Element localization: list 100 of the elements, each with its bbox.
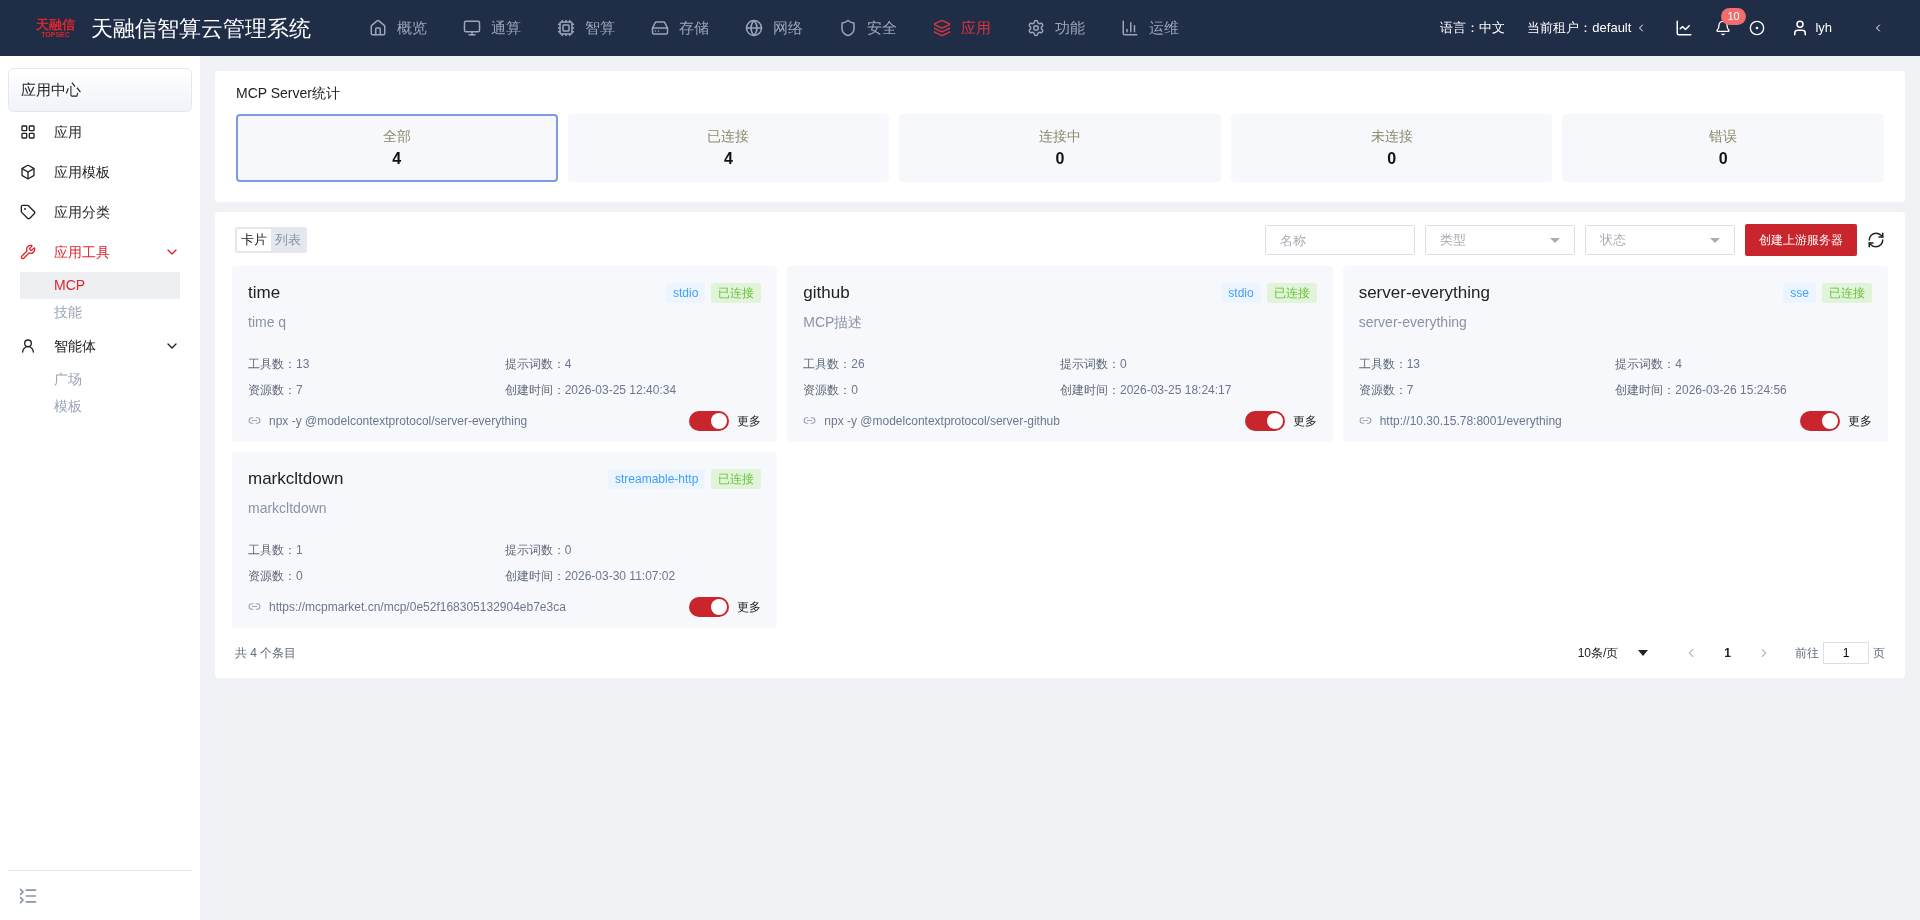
field-label: 资源数： [248, 381, 296, 399]
more-link[interactable]: 更多 [737, 597, 762, 616]
field-label: 资源数： [1358, 381, 1407, 399]
field-value: 13 [296, 355, 310, 373]
chart-icon[interactable] [1675, 19, 1694, 37]
stat-tile[interactable]: 错误 0 [1562, 114, 1884, 182]
monitor-icon [463, 19, 481, 37]
field-label: 提示词数： [1615, 355, 1676, 373]
stat-tile[interactable]: 连接中 0 [899, 114, 1221, 182]
drive-icon [651, 19, 669, 37]
collapse-menu-icon[interactable] [18, 885, 38, 906]
circle-icon[interactable] [1749, 20, 1766, 36]
more-link[interactable]: 更多 [737, 411, 762, 430]
server-card[interactable]: server-everything sse 已连接 server-everything 工具数：13 提示词数：4 资源数：7 创建时间：2026-03-26 15:24:56 http://10.30.15.78:8001/everything 更多 [1342, 266, 1888, 442]
server-description: server-everything [1358, 312, 1468, 332]
toggle-switch[interactable] [1800, 410, 1840, 431]
field-value: 0 [564, 541, 572, 559]
server-description: markcltdown [248, 498, 328, 518]
status-tag: 已连接 [711, 282, 762, 303]
view-tab[interactable]: 卡片 [237, 229, 271, 251]
field-value: 2026-03-25 18:24:17 [1120, 381, 1232, 399]
server-name: markcltdown [248, 468, 345, 490]
nav-tab[interactable]: 运维 [1103, 0, 1197, 56]
app-title: 天融信智算云管理系统 [91, 14, 311, 43]
server-command: npx -y @modelcontextprotocol/server-github [824, 412, 1061, 430]
refresh-icon[interactable] [1867, 231, 1885, 249]
stat-tile[interactable]: 全部 4 [236, 114, 558, 182]
caret-icon [1710, 237, 1720, 243]
caret-icon [1550, 237, 1560, 243]
field-value: 0 [296, 567, 303, 585]
sidebar-header: 应用中心 [8, 68, 192, 112]
person-icon [20, 338, 36, 354]
status-tag: 已连接 [1266, 282, 1317, 303]
stat-label: 连接中 [1039, 126, 1081, 146]
stat-label: 未连接 [1370, 126, 1413, 146]
stat-value: 0 [1718, 148, 1728, 169]
nav-tab[interactable]: 功能 [1009, 0, 1103, 56]
stat-tile[interactable]: 已连接 4 [567, 114, 890, 182]
field-label: 资源数： [248, 567, 296, 585]
stat-value: 0 [1387, 148, 1397, 169]
transport-tag: streamable-http [607, 468, 706, 489]
field-value: 7 [1406, 381, 1414, 399]
toggle-switch[interactable] [689, 410, 730, 431]
field-label: 提示词数： [504, 355, 565, 373]
field-value: 4 [1675, 355, 1682, 373]
field-value: 2026-03-30 11:07:02 [564, 567, 676, 585]
notification-badge: 10 [1721, 8, 1746, 25]
create-button[interactable]: 创建上游服务器 [1745, 224, 1857, 256]
field-label: 创建时间： [504, 381, 565, 399]
field-value: 26 [851, 355, 865, 373]
field-value: 7 [296, 381, 303, 399]
toggle-switch[interactable] [1244, 410, 1285, 431]
sidebar-subitem[interactable]: MCP [20, 272, 180, 299]
field-value: 4 [564, 355, 572, 373]
stat-tile[interactable]: 未连接 0 [1230, 114, 1553, 182]
page-size-select[interactable]: 10条/页 [1577, 644, 1649, 662]
more-link[interactable]: 更多 [1292, 411, 1317, 430]
nav-tab[interactable]: 概览 [351, 0, 445, 56]
server-description: time q [248, 312, 288, 332]
field-value: 1 [296, 541, 303, 559]
tenant-selector[interactable]: 当前租户：default [1527, 18, 1648, 38]
server-name: server-everything [1358, 282, 1491, 304]
chip-icon [557, 19, 575, 37]
name-field[interactable]: 名称 [1265, 225, 1415, 255]
nav-tab[interactable]: 安全 [821, 0, 915, 56]
stat-value: 4 [723, 148, 733, 169]
stat-value: 4 [392, 148, 402, 169]
user-name[interactable]: lyh [1815, 18, 1832, 38]
nav-tab[interactable]: 网络 [727, 0, 821, 56]
server-card[interactable]: markcltdown streamable-http 已连接 markcltdown 工具数：1 提示词数：0 资源数：0 创建时间：2026-03-30 11:07:02 https://mcpmarket.cn/mcp/0e52f168305132904eb7e3ca 更多 [232, 452, 778, 628]
bell-icon[interactable] [1715, 20, 1732, 36]
link-icon [803, 414, 817, 427]
field-value: 0 [851, 381, 858, 399]
more-link[interactable]: 更多 [1848, 411, 1872, 430]
nav-tab[interactable]: 智算 [539, 0, 633, 56]
sidebar-item[interactable]: 应用工具 [8, 232, 192, 272]
sidebar-item[interactable]: 智能体 [8, 326, 192, 366]
transport-tag: stdio [1221, 282, 1261, 303]
field-value: 13 [1406, 355, 1420, 373]
server-name: time [248, 282, 282, 304]
link-icon [248, 600, 261, 613]
link-icon [1358, 414, 1372, 427]
sidebar-item[interactable]: 应用 [8, 112, 192, 152]
page-number[interactable]: 1 [1718, 644, 1737, 662]
field-label: 创建时间： [1615, 381, 1676, 399]
nav-tab[interactable]: 存储 [633, 0, 727, 56]
field-label: 工具数： [248, 355, 296, 373]
transport-tag: sse [1783, 282, 1816, 303]
field-value: 0 [1120, 355, 1127, 373]
toggle-switch[interactable] [689, 596, 730, 617]
nav-tab[interactable]: 通算 [445, 0, 539, 56]
language-selector[interactable]: 语言：中文 [1440, 18, 1506, 38]
transport-tag: stdio [665, 282, 706, 303]
server-card[interactable]: github stdio 已连接 MCP描述 工具数：26 提示词数：0 资源数：0 创建时间：2026-03-25 18:24:17 npx -y @modelcontextprotocol/server-github 更多 [787, 266, 1333, 442]
server-card[interactable]: time stdio 已连接 time q 工具数：13 提示词数：4 资源数：7 创建时间：2026-03-25 12:40:34 npx -y @modelcontextprotocol/server-everything 更多 [232, 266, 778, 442]
house-icon [369, 19, 387, 37]
sidebar-item[interactable]: 应用分类 [8, 192, 192, 232]
sidebar-item[interactable]: 应用模板 [8, 152, 192, 192]
page-input[interactable]: 1 [1823, 642, 1869, 664]
stat-label: 全部 [382, 126, 411, 146]
